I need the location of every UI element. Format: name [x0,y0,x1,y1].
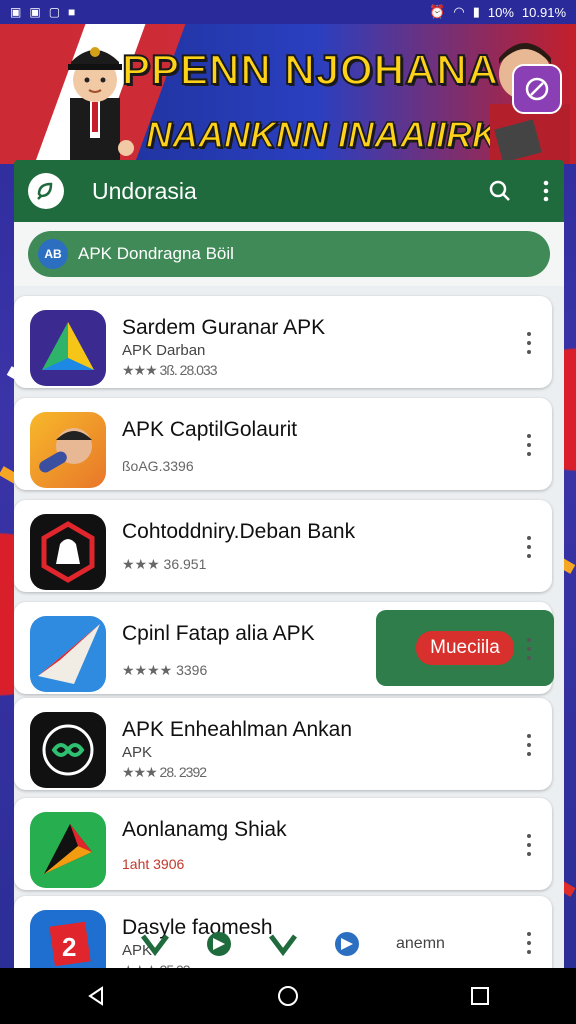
sim-icon: ▣ [29,5,41,19]
more-vert-icon[interactable] [526,536,532,558]
app-rating: 1aht 3906 [122,856,185,872]
list-item[interactable]: Cohtoddniry.Deban Bank ★★★ 36.951 [14,500,552,592]
list-item[interactable]: APK Enheahlman Ankan APK ★★★ 28. 2392 [14,698,552,790]
bottom-tag: anemn [396,935,445,952]
status-right: ⏰ ◠ ▮ 10% 10.91% [429,4,566,20]
more-vert-icon[interactable] [542,180,550,202]
list-item[interactable]: Cpinl Fatap alia APK ★★★★ 3396 Mueciila [14,602,554,694]
promo-banner[interactable]: PPENN NJOHANA NAANKNN INAAIIRK [0,24,576,164]
floating-icon-row: anemn [140,924,500,964]
message-icon: ■ [68,5,76,19]
more-vert-icon[interactable] [526,638,532,660]
app-rating: ★★★★ 3396 [122,662,208,678]
app-rating: ★★★ 28. 2392 [122,764,207,780]
signal-icon: ▮ [472,4,480,19]
home-icon[interactable] [276,984,300,1008]
kite-app-icon [30,812,106,888]
app-title: Undorasia [92,177,197,204]
list-item[interactable]: APK CaptilGolaurit ßoAG.3396 [14,398,552,490]
infinity-chat-app-icon [30,712,106,788]
search-text: APK Dondragna Böil [78,244,234,263]
pencil-icon [525,77,549,101]
bell-app-icon [30,514,106,590]
status-left: ▣ ▣ ▢ ■ [10,5,75,19]
chevron-down-icon[interactable] [140,930,170,958]
more-vert-icon[interactable] [526,434,532,456]
more-vert-icon[interactable] [526,734,532,756]
search-area: AB APK Dondragna Böil [14,222,564,286]
install-button-label: Mueciila [416,631,514,665]
leaf-logo-icon[interactable] [28,173,64,209]
chat-icon: ▢ [48,5,61,19]
salute-app-icon [30,412,106,488]
svg-text:2: 2 [62,932,76,962]
sim-icon: ▣ [10,5,22,19]
app-actions [488,179,550,203]
search-icon[interactable] [488,179,512,203]
clock-text: 10.91% [521,4,566,20]
send-icon[interactable] [332,930,362,958]
chevron-down-icon[interactable] [268,930,298,958]
app-rating: ßoAG.3396 [122,458,194,474]
app-title: Sardem Guranar APK [122,316,326,339]
more-vert-icon[interactable] [526,932,532,954]
paper-plane-app-icon [30,616,106,692]
app-rating: ★★★ 36.951 [122,556,207,572]
more-vert-icon[interactable] [526,332,532,354]
app-rating: ★★★ 3ß. 28.033 [122,362,217,378]
send-icon[interactable] [204,930,234,958]
app-title: Aonlanamg Shiak [122,818,287,841]
banner-subtitle: NAANKNN INAAIIRK [145,113,498,156]
search-bar[interactable]: AB APK Dondragna Böil [28,231,550,277]
triangle-app-icon [30,310,106,386]
app-title: APK CaptilGolaurit [122,418,298,441]
recents-icon[interactable] [468,984,492,1008]
app-title: APK Enheahlman Ankan [122,718,352,741]
search-badge-icon: AB [38,239,68,269]
edit-badge-icon[interactable] [512,64,562,114]
back-icon[interactable] [84,984,108,1008]
app-list: Sardem Guranar APK APK Darban ★★★ 3ß. 28… [14,286,564,970]
status-bar: ▣ ▣ ▢ ■ ⏰ ◠ ▮ 10% 10.91% [0,0,576,24]
app-title: Cohtoddniry.Deban Bank [122,520,356,543]
app-title: Cpinl Fatap alia APK [122,622,315,645]
list-item[interactable]: Aonlanamg Shiak 1aht 3906 [14,798,552,890]
app-subtitle: APK [122,744,153,761]
number-two-app-icon: 2 [30,910,106,970]
alarm-icon: ⏰ [429,4,446,19]
wifi-icon: ◠ [453,4,465,19]
list-item[interactable]: Sardem Guranar APK APK Darban ★★★ 3ß. 28… [14,296,552,388]
more-vert-icon[interactable] [526,834,532,856]
app-bar: Undorasia [14,160,564,222]
system-nav-bar [0,968,576,1024]
app-subtitle: APK Darban [122,342,206,359]
banner-title: PPENN NJOHANA [121,45,500,94]
battery-text: 10% [487,4,514,20]
